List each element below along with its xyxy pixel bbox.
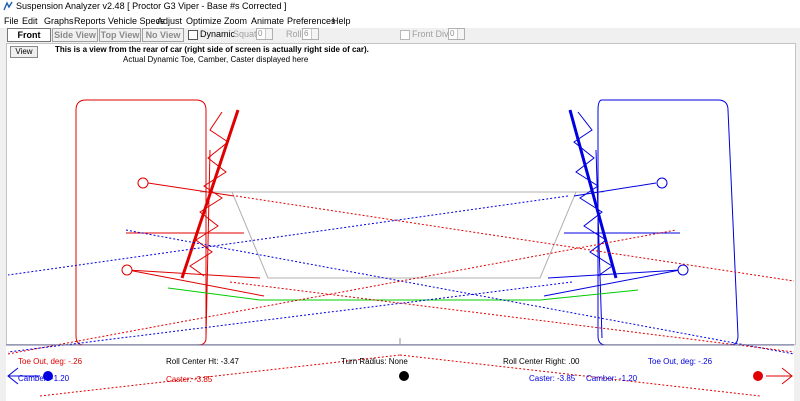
- right-tire: [597, 99, 739, 346]
- left-camber-readout: Camber: -1.20: [18, 374, 70, 383]
- right-arrow-icon: [766, 367, 793, 385]
- roll-center-marker: [399, 371, 409, 381]
- left-caster-readout: Caster: -3.85: [166, 375, 213, 384]
- chassis-outline: [200, 191, 604, 279]
- right-camber-readout: Camber: -1.20: [586, 374, 638, 383]
- left-suspension: [121, 109, 265, 339]
- left-tire: [75, 99, 207, 346]
- left-toe-readout: Toe Out, deg: -.26: [18, 357, 83, 366]
- roll-center-right-readout: Roll Center Right: .00: [503, 357, 580, 366]
- right-marker: [753, 371, 763, 381]
- roll-center-line: [167, 287, 639, 301]
- instant-center-lines: [7, 195, 795, 397]
- roll-center-ht-readout: Roll Center Ht: -3.47: [166, 357, 239, 366]
- suspension-drawing: [6, 99, 795, 397]
- right-suspension: [543, 109, 689, 339]
- turn-radius-readout: Turn Radius: None: [341, 357, 408, 366]
- right-caster-readout: Caster: -3.85: [529, 374, 576, 383]
- right-toe-readout: Toe Out, deg: -.26: [648, 357, 713, 366]
